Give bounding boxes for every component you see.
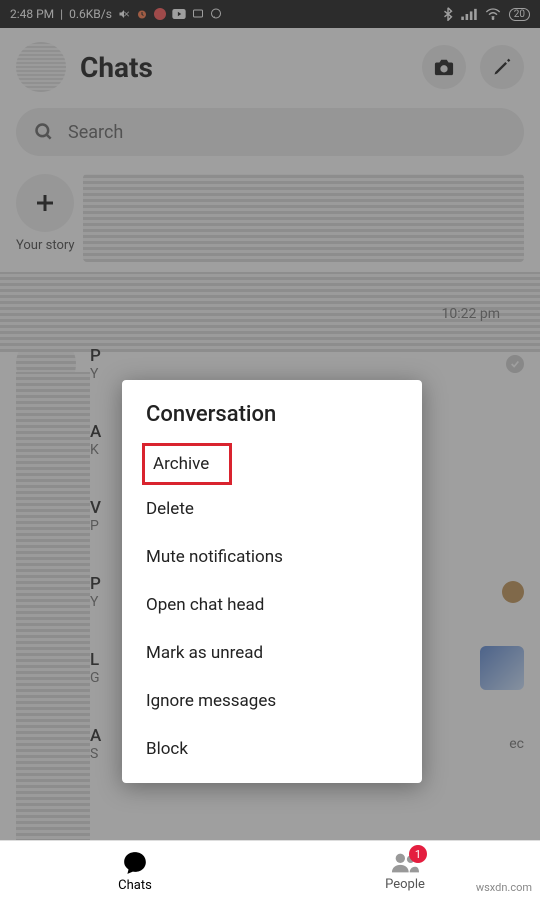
menu-mark-unread[interactable]: Mark as unread xyxy=(122,629,422,677)
profile-avatar[interactable] xyxy=(16,42,66,92)
wifi-icon xyxy=(485,8,501,20)
compose-button[interactable] xyxy=(480,45,524,89)
page-title: Chats xyxy=(80,51,408,84)
bluetooth-icon xyxy=(443,7,453,21)
menu-delete[interactable]: Delete xyxy=(122,485,422,533)
search-input[interactable]: Search xyxy=(16,108,524,156)
record-icon xyxy=(154,8,166,20)
nav-chats[interactable]: Chats xyxy=(0,841,270,902)
your-story[interactable]: Your story xyxy=(16,174,75,253)
menu-block[interactable]: Block xyxy=(122,725,422,773)
messenger-icon xyxy=(210,8,222,20)
link-preview-thumb xyxy=(480,646,524,690)
chats-header: Chats xyxy=(0,28,540,102)
status-net-speed: 0.6KB/s xyxy=(69,7,112,21)
delivered-icon xyxy=(506,355,524,373)
chat-name: P xyxy=(90,346,492,366)
menu-archive[interactable]: Archive xyxy=(142,443,232,485)
your-story-label: Your story xyxy=(16,238,75,253)
chat-time: 10:22 pm xyxy=(442,306,500,322)
menu-ignore-messages[interactable]: Ignore messages xyxy=(122,677,422,725)
watermark: wsxdn.com xyxy=(476,881,532,894)
camera-button[interactable] xyxy=(422,45,466,89)
status-bar: 2:48 PM | 0.6KB/s 20 xyxy=(0,0,540,28)
add-story-circle xyxy=(16,174,74,232)
nav-chats-label: Chats xyxy=(118,878,152,893)
menu-mute-notifications[interactable]: Mute notifications xyxy=(122,533,422,581)
stories-blurred xyxy=(83,174,524,262)
conversation-context-menu: Conversation Archive Delete Mute notific… xyxy=(122,380,422,783)
search-icon xyxy=(34,122,54,142)
seen-avatar-icon xyxy=(502,581,524,603)
battery-indicator: 20 xyxy=(509,8,530,21)
avatar-column-blurred xyxy=(16,372,90,842)
search-placeholder: Search xyxy=(68,122,123,143)
chat-bubble-icon xyxy=(122,850,148,876)
plus-icon xyxy=(33,191,57,215)
menu-open-chat-head[interactable]: Open chat head xyxy=(122,581,422,629)
status-time: 2:48 PM xyxy=(10,7,54,21)
mute-icon xyxy=(118,8,130,20)
pencil-icon xyxy=(492,57,512,77)
nav-people-label: People xyxy=(385,877,425,892)
bottom-nav: Chats 1 People xyxy=(0,840,540,902)
people-badge: 1 xyxy=(409,845,427,863)
cast-icon xyxy=(192,8,204,20)
youtube-icon xyxy=(172,9,186,19)
chat-time: ec xyxy=(509,736,524,752)
alarm-icon xyxy=(136,8,148,20)
signal-icon xyxy=(461,8,477,20)
stories-row: Your story xyxy=(0,166,540,268)
popup-title: Conversation xyxy=(122,398,422,443)
camera-icon xyxy=(433,57,455,77)
